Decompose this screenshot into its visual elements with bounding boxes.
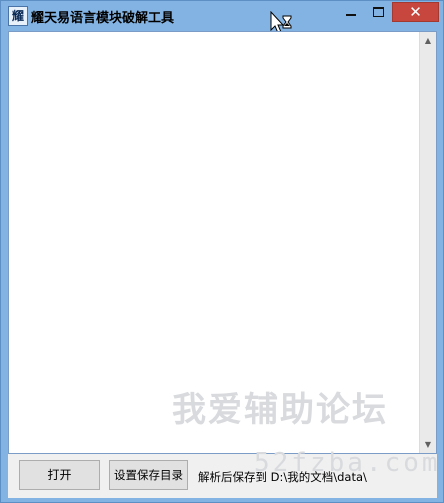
- vertical-scrollbar[interactable]: ▲ ▼: [419, 32, 436, 453]
- app-window: 耀 耀天易语言模块破解工具 ✕ ▲ ▼ 打开 设置保存目录 解析后保存到 D:\…: [0, 0, 444, 503]
- close-button[interactable]: ✕: [392, 2, 439, 22]
- scroll-down-icon[interactable]: ▼: [420, 436, 436, 453]
- window-title: 耀天易语言模块破解工具: [31, 11, 175, 26]
- bottom-toolbar: 打开 设置保存目录 解析后保存到 D:\我的文档\data\: [8, 454, 437, 498]
- set-save-dir-button[interactable]: 设置保存目录: [109, 460, 188, 490]
- title-bar[interactable]: 耀 耀天易语言模块破解工具 ✕: [1, 1, 443, 34]
- output-text-area[interactable]: ▲ ▼: [8, 31, 437, 454]
- close-icon: ✕: [409, 3, 422, 21]
- scroll-up-icon[interactable]: ▲: [420, 32, 436, 49]
- app-icon: 耀: [8, 6, 28, 26]
- maximize-button[interactable]: [365, 2, 391, 22]
- save-path-label: 解析后保存到 D:\我的文档\data\: [198, 470, 367, 484]
- maximize-icon: [373, 7, 384, 17]
- minimize-icon: [346, 14, 356, 16]
- minimize-button[interactable]: [337, 2, 365, 22]
- open-button[interactable]: 打开: [19, 460, 100, 490]
